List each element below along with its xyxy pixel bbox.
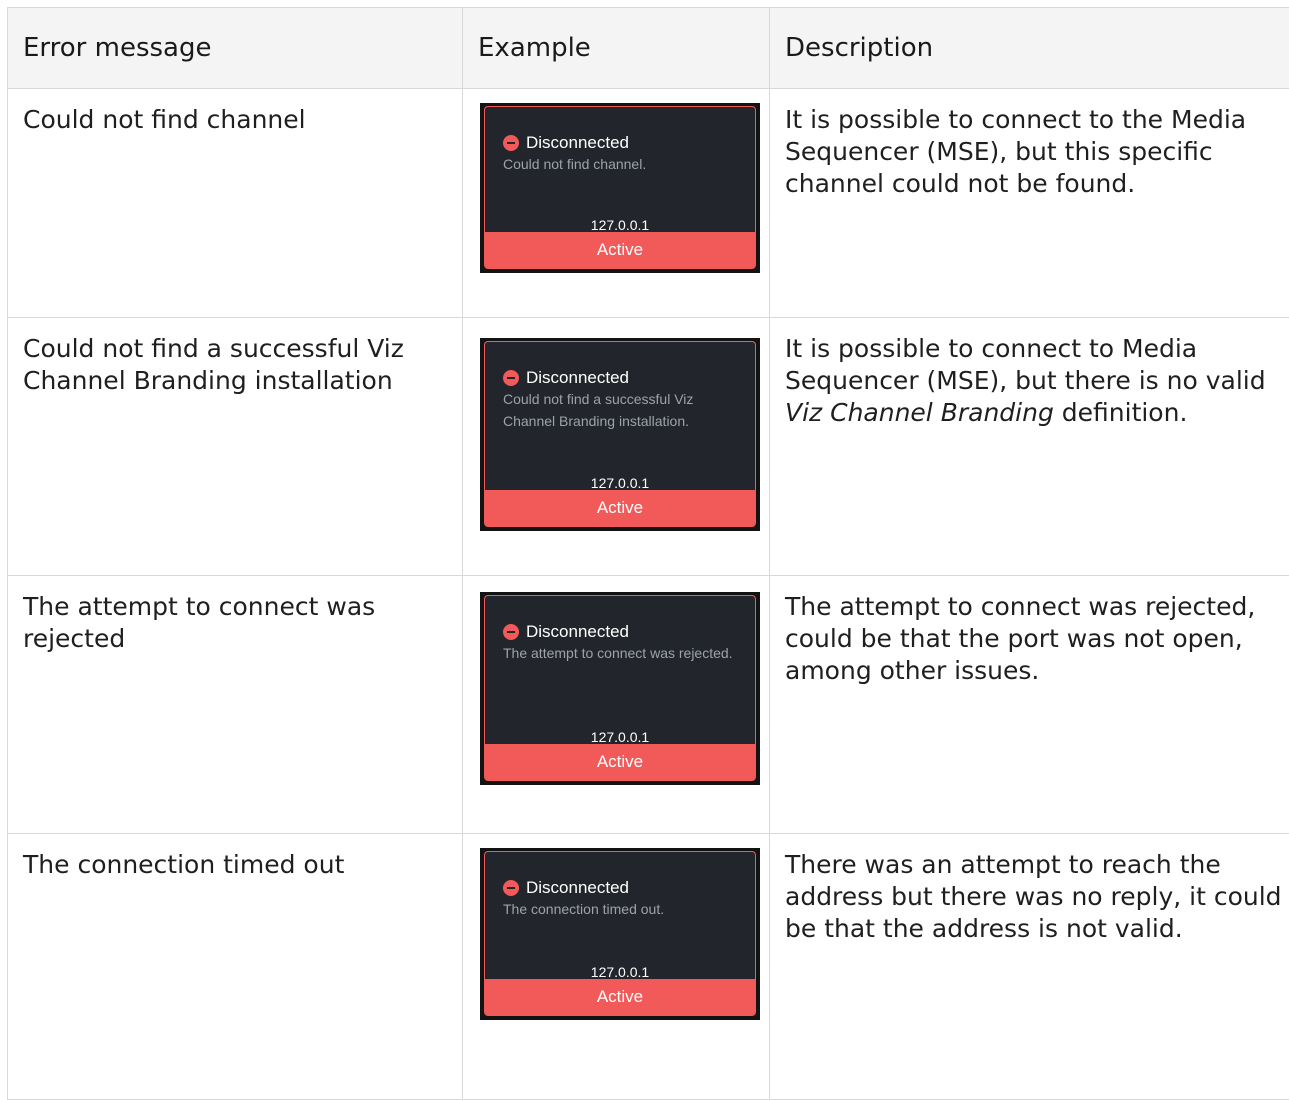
example-cell: Disconnected The attempt to connect was … <box>463 576 770 834</box>
status-card-panel: Disconnected Could not find a successful… <box>484 341 756 527</box>
disconnected-icon <box>503 135 519 151</box>
description-cell: It is possible to connect to Media Seque… <box>770 318 1289 576</box>
table-row: The attempt to connect was rejected Disc… <box>8 576 1289 834</box>
status-card: Disconnected Could not find a successful… <box>480 338 760 531</box>
error-messages-table: Error message Example Description Could … <box>7 7 1289 1100</box>
table-row: Could not find a successful Viz Channel … <box>8 318 1289 576</box>
example-cell: Disconnected Could not find a successful… <box>463 318 770 576</box>
active-bar: Active <box>485 979 755 1015</box>
status-card-panel: Disconnected Could not find channel. 127… <box>484 106 756 269</box>
disconnected-icon <box>503 624 519 640</box>
error-message-cell: Could not find a successful Viz Channel … <box>8 318 463 576</box>
disconnected-icon <box>503 880 519 896</box>
header-description: Description <box>770 8 1289 89</box>
description-text-end: definition. <box>1054 398 1188 427</box>
status-detail: Could not find a successful Viz Channel … <box>503 388 741 432</box>
table-header-row: Error message Example Description <box>8 8 1289 89</box>
description-cell: It is possible to connect to the Media S… <box>770 89 1289 318</box>
error-message-cell: The attempt to connect was rejected <box>8 576 463 834</box>
status-card: Disconnected The attempt to connect was … <box>480 592 760 785</box>
description-cell: There was an attempt to reach the addres… <box>770 834 1289 1100</box>
table-row: The connection timed out Disconnected Th… <box>8 834 1289 1100</box>
product-name-emphasis: Viz Channel Branding <box>785 398 1054 427</box>
status-card-panel: Disconnected The connection timed out. 1… <box>484 851 756 1016</box>
description-text: It is possible to connect to Media Seque… <box>785 334 1266 395</box>
disconnected-icon <box>503 370 519 386</box>
error-message-cell: Could not find channel <box>8 89 463 318</box>
active-bar: Active <box>485 490 755 526</box>
status-detail: Could not find channel. <box>503 153 741 175</box>
table-row: Could not find channel Disconnected Coul… <box>8 89 1289 318</box>
status-card: Disconnected Could not find channel. 127… <box>480 103 760 273</box>
header-example: Example <box>463 8 770 89</box>
status-detail: The connection timed out. <box>503 898 741 920</box>
status-detail: The attempt to connect was rejected. <box>503 642 741 664</box>
status-card: Disconnected The connection timed out. 1… <box>480 848 760 1020</box>
status-card-panel: Disconnected The attempt to connect was … <box>484 595 756 781</box>
active-bar: Active <box>485 744 755 780</box>
header-error-message: Error message <box>8 8 463 89</box>
example-cell: Disconnected Could not find channel. 127… <box>463 89 770 318</box>
active-bar: Active <box>485 232 755 268</box>
error-message-cell: The connection timed out <box>8 834 463 1100</box>
example-cell: Disconnected The connection timed out. 1… <box>463 834 770 1100</box>
description-cell: The attempt to connect was rejected, cou… <box>770 576 1289 834</box>
